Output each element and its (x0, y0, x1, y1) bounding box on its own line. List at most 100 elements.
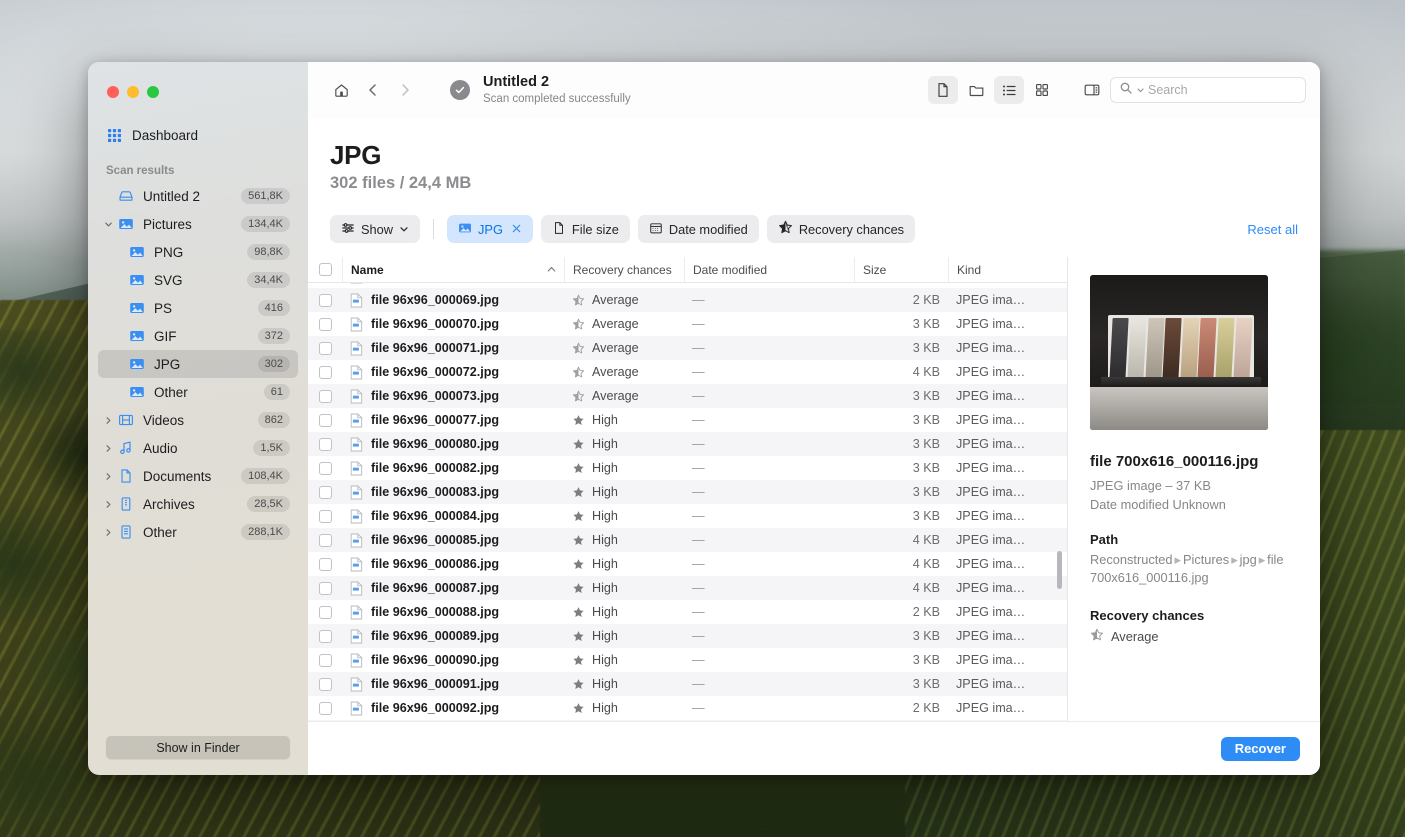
disclosure-triangle[interactable] (102, 220, 115, 229)
disclosure-triangle[interactable] (102, 444, 115, 453)
row-select-cell[interactable] (308, 672, 342, 696)
filter-chip-date-modified[interactable]: Date modified (638, 215, 759, 243)
row-checkbox[interactable] (319, 510, 332, 523)
table-row[interactable]: file 96x96_000077.jpgHigh—3 KBJPEG ima… (308, 408, 1067, 432)
row-checkbox[interactable] (319, 414, 332, 427)
row-checkbox[interactable] (319, 630, 332, 643)
sidebar-item-png[interactable]: PNG98,8K (98, 238, 298, 266)
sidebar-item-audio[interactable]: Audio1,5K (98, 434, 298, 462)
sidebar-item-other[interactable]: Other288,1K (98, 518, 298, 546)
row-checkbox[interactable] (319, 462, 332, 475)
table-row[interactable]: file 96x96_000090.jpgHigh—3 KBJPEG ima… (308, 648, 1067, 672)
row-select-cell[interactable] (308, 720, 342, 721)
list-scrollbar[interactable] (1056, 283, 1063, 721)
row-select-cell[interactable] (308, 504, 342, 528)
scrollbar-thumb[interactable] (1057, 551, 1062, 589)
row-checkbox[interactable] (319, 486, 332, 499)
folder-view-button[interactable] (961, 76, 991, 104)
close-icon[interactable] (511, 221, 522, 237)
table-row[interactable]: file 96x96_000087.jpgHigh—4 KBJPEG ima… (308, 576, 1067, 600)
row-checkbox[interactable] (319, 654, 332, 667)
row-select-cell[interactable] (308, 360, 342, 384)
reset-all-button[interactable]: Reset all (1247, 222, 1298, 237)
row-select-cell[interactable] (308, 456, 342, 480)
sidebar-item-jpg[interactable]: JPG302 (98, 350, 298, 378)
row-select-cell[interactable] (308, 384, 342, 408)
filter-chip-jpg[interactable]: JPG (447, 215, 533, 243)
row-checkbox[interactable] (319, 294, 332, 307)
table-row[interactable]: file 96x96_000073.jpgAverage—3 KBJPEG im… (308, 384, 1067, 408)
table-row[interactable]: file 96x96_000093.jpgHigh—3 KBJPEG ima… (308, 720, 1067, 721)
row-select-cell[interactable] (308, 576, 342, 600)
row-select-cell[interactable] (308, 552, 342, 576)
sidebar-item-documents[interactable]: Documents108,4K (98, 462, 298, 490)
disclosure-triangle[interactable] (102, 500, 115, 509)
sidebar-item-svg[interactable]: SVG34,4K (98, 266, 298, 294)
file-view-button[interactable] (928, 76, 958, 104)
row-checkbox[interactable] (319, 702, 332, 715)
row-checkbox[interactable] (319, 366, 332, 379)
table-row[interactable]: file 96x96_000084.jpgHigh—3 KBJPEG ima… (308, 504, 1067, 528)
row-checkbox[interactable] (319, 534, 332, 547)
table-row[interactable]: file 96x96_000092.jpgHigh—2 KBJPEG ima… (308, 696, 1067, 720)
table-row[interactable]: file 96x96_000083.jpgHigh—3 KBJPEG ima… (308, 480, 1067, 504)
table-row[interactable]: file 96x96_000082.jpgHigh—3 KBJPEG ima… (308, 456, 1067, 480)
forward-button[interactable] (390, 76, 420, 104)
row-checkbox[interactable] (319, 438, 332, 451)
table-row[interactable]: file 96x96_000089.jpgHigh—3 KBJPEG ima… (308, 624, 1067, 648)
table-row[interactable]: file 96x96_000085.jpgHigh—4 KBJPEG ima… (308, 528, 1067, 552)
row-select-cell[interactable] (308, 624, 342, 648)
row-select-cell[interactable] (308, 480, 342, 504)
home-icon[interactable] (326, 76, 356, 104)
row-select-cell[interactable] (308, 600, 342, 624)
sidebar-item-untitled-2[interactable]: Untitled 2561,8K (98, 182, 298, 210)
sidebar-item-ps[interactable]: PS416 (98, 294, 298, 322)
minimize-window-button[interactable] (127, 86, 139, 98)
disclosure-triangle[interactable] (102, 528, 115, 537)
row-checkbox[interactable] (319, 582, 332, 595)
disclosure-triangle[interactable] (102, 416, 115, 425)
recover-button[interactable]: Recover (1221, 737, 1300, 761)
filter-chip-recovery-chances[interactable]: Recovery chances (767, 215, 915, 243)
row-checkbox[interactable] (319, 606, 332, 619)
column-header-kind[interactable]: Kind (948, 257, 1067, 282)
sidebar-item-archives[interactable]: Archives28,5K (98, 490, 298, 518)
row-checkbox[interactable] (319, 558, 332, 571)
sidebar-item-videos[interactable]: Videos862 (98, 406, 298, 434)
table-row[interactable]: file 96x96_000071.jpgAverage—3 KBJPEG im… (308, 336, 1067, 360)
disclosure-triangle[interactable] (102, 472, 115, 481)
search-input[interactable] (1148, 83, 1297, 97)
row-select-cell[interactable] (308, 408, 342, 432)
select-all-header[interactable] (308, 257, 342, 282)
row-checkbox[interactable] (319, 678, 332, 691)
row-select-cell[interactable] (308, 312, 342, 336)
row-checkbox[interactable] (319, 342, 332, 355)
list-view-button[interactable] (994, 76, 1024, 104)
table-row[interactable]: file 96x96_000091.jpgHigh—3 KBJPEG ima… (308, 672, 1067, 696)
column-header-date-modified[interactable]: Date modified (684, 257, 854, 282)
sidebar-item-dashboard[interactable]: Dashboard (98, 121, 298, 149)
filter-chip-file-size[interactable]: File size (541, 215, 630, 243)
column-header-size[interactable]: Size (854, 257, 948, 282)
show-filter-button[interactable]: Show (330, 215, 420, 243)
select-all-checkbox[interactable] (319, 263, 332, 276)
maximize-window-button[interactable] (147, 86, 159, 98)
row-checkbox[interactable] (319, 318, 332, 331)
sidebar-item-pictures[interactable]: Pictures134,4K (98, 210, 298, 238)
sidebar-item-other[interactable]: Other61 (98, 378, 298, 406)
table-row[interactable]: file 96x96_000070.jpgAverage—3 KBJPEG im… (308, 312, 1067, 336)
sidebar-item-gif[interactable]: GIF372 (98, 322, 298, 350)
back-button[interactable] (358, 76, 388, 104)
row-select-cell[interactable] (308, 696, 342, 720)
show-in-finder-button[interactable]: Show in Finder (106, 736, 290, 759)
table-row[interactable]: file 96x96_000069.jpgAverage—2 KBJPEG im… (308, 288, 1067, 312)
table-row[interactable]: file 96x96_000086.jpgHigh—4 KBJPEG ima… (308, 552, 1067, 576)
close-window-button[interactable] (107, 86, 119, 98)
table-row[interactable]: file 96x96_000080.jpgHigh—3 KBJPEG ima… (308, 432, 1067, 456)
row-select-cell[interactable] (308, 528, 342, 552)
sidebar-toggle-button[interactable] (1077, 76, 1107, 104)
search-box[interactable] (1110, 77, 1306, 103)
column-header-recovery-chances[interactable]: Recovery chances (564, 257, 684, 282)
grid-view-button[interactable] (1027, 76, 1057, 104)
row-select-cell[interactable] (308, 336, 342, 360)
